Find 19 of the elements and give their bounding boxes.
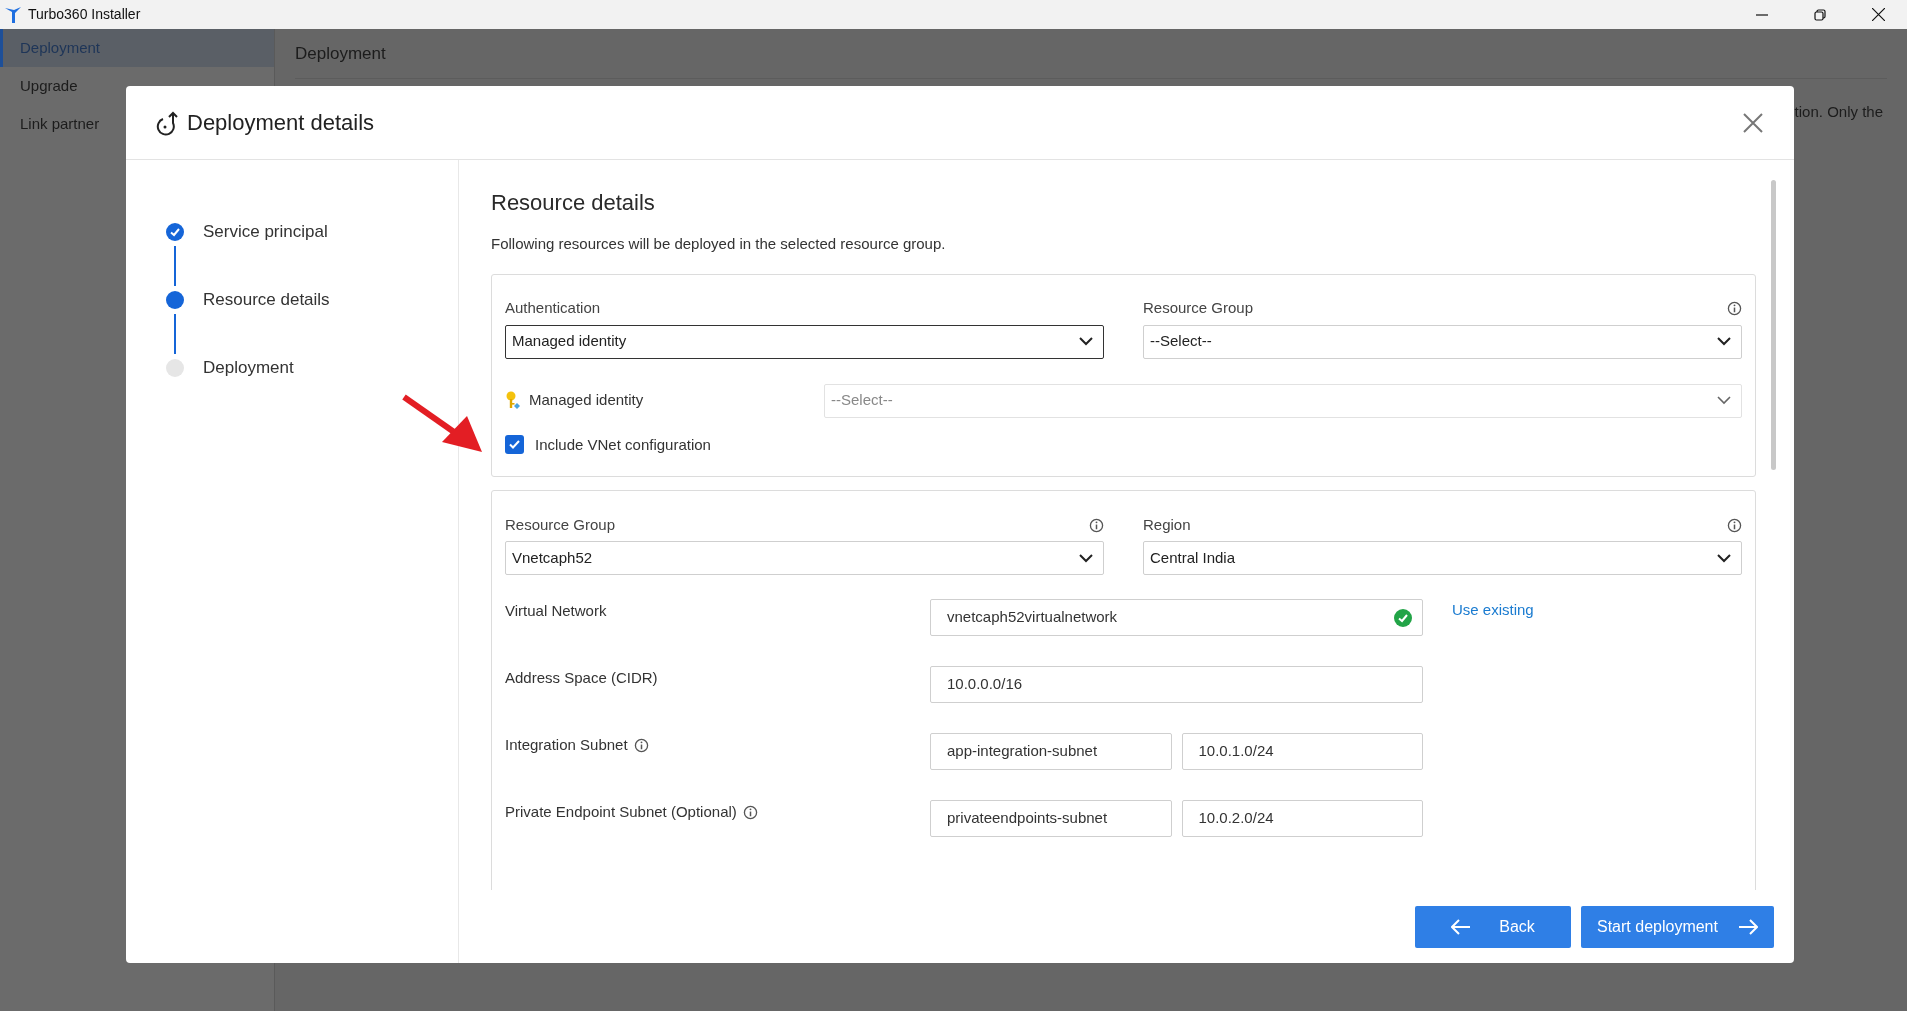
step-label: Deployment: [203, 357, 294, 380]
section-description: Following resources will be deployed in the selected resource group.: [491, 234, 947, 254]
checkbox-label: Include VNet configuration: [535, 434, 711, 455]
field-label: Managed identity: [529, 390, 644, 411]
step-label: Service principal: [203, 221, 328, 244]
section-title: Resource details: [491, 189, 656, 217]
field-label: Resource Group: [505, 514, 616, 535]
field-label: Address Space (CIDR): [505, 667, 658, 688]
field-label: Authentication: [505, 298, 601, 319]
field-label: Private Endpoint Subnet (Optional): [505, 801, 737, 822]
field-label: Integration Subnet: [505, 734, 628, 755]
field-label: Resource Group: [1143, 298, 1254, 319]
window-title: Turbo360 Installer: [28, 5, 141, 24]
field-label: Region: [1143, 514, 1191, 535]
dialog-title: Deployment details: [187, 109, 375, 137]
field-label: Virtual Network: [505, 600, 607, 621]
page-title: Deployment: [295, 42, 386, 65]
page-text: tion. Only the: [1794, 102, 1883, 122]
step-label: Resource details: [203, 289, 330, 312]
